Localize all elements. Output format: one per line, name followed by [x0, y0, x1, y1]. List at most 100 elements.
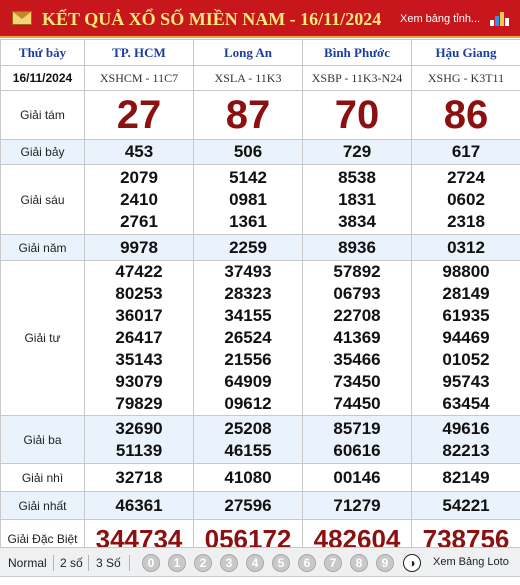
results-widget: KẾT QUẢ XỔ SỐ MIỀN NAM - 16/11/2024 Xem …	[0, 0, 520, 585]
prize-row: Giải bảy 453 506 729 617	[0, 139, 520, 165]
prize-cell: 0312	[411, 234, 520, 261]
winning-number: 37493	[224, 262, 272, 281]
prize-row: Giải nhì 32718 41080 00146 82149	[0, 463, 520, 492]
winning-number: 41369	[333, 328, 381, 347]
province-name[interactable]: Hậu Giang	[411, 39, 520, 66]
digit-filter-button[interactable]: 3	[220, 554, 238, 572]
prize-cell: 70	[302, 90, 412, 140]
province-name[interactable]: Long An	[193, 39, 303, 66]
digit-filter-button[interactable]: 1	[168, 554, 186, 572]
prize-cell: 8936	[302, 234, 412, 261]
winning-number: 617	[451, 142, 481, 161]
winning-number: 0602	[447, 189, 485, 209]
winning-number: 49616	[442, 418, 490, 438]
winning-number: 82149	[442, 467, 490, 487]
winning-number: 87	[225, 93, 271, 137]
divider	[53, 555, 54, 571]
winning-number: 54221	[442, 495, 490, 515]
prize-row: Giải năm 9978 2259 8936 0312	[0, 234, 520, 261]
winning-number: 1831	[338, 189, 376, 209]
prize-cell: 87	[193, 90, 303, 140]
winning-number: 93079	[115, 372, 163, 391]
winning-number: 57892	[333, 262, 381, 281]
winning-number: 71279	[333, 495, 381, 515]
winning-number: 82213	[442, 440, 490, 460]
winning-number: 27596	[224, 495, 272, 515]
winning-number: 729	[342, 142, 372, 161]
bar-chart-icon[interactable]	[490, 12, 510, 26]
prize-cell: 617	[411, 139, 520, 165]
ticket-code: XSHG - K3T11	[411, 65, 520, 91]
prize-row: Giải sáu 2079 2410 2761 5142 0981 1361 8538 1831…	[0, 164, 520, 235]
winning-number: 09612	[224, 394, 272, 413]
winning-number: 41080	[224, 467, 272, 487]
weekday-label: Thứ bảy	[0, 39, 85, 66]
prize-cell: 41080	[193, 463, 303, 492]
prize-cell: 71279	[302, 491, 412, 520]
prize-row: Giải tám 27 87 70 86	[0, 90, 520, 140]
digit-filter-button[interactable]: 8	[350, 554, 368, 572]
winning-number: 0981	[229, 189, 267, 209]
prize-cell: 32718	[84, 463, 194, 492]
prize-cell: 98800 28149 61935 94469 01052 95743 63454	[411, 260, 520, 416]
digit-filter-button[interactable]: 2	[194, 554, 212, 572]
winning-number: 85719	[333, 418, 381, 438]
view-provinces-link[interactable]: Xem bảng tỉnh...	[400, 13, 480, 25]
winning-number: 06793	[333, 284, 381, 303]
winning-number: 1361	[229, 211, 267, 231]
winning-number: 28323	[224, 284, 272, 303]
winning-number: 35466	[333, 350, 381, 369]
winning-number: 2410	[120, 189, 158, 209]
winning-number: 2259	[229, 237, 267, 257]
prize-cell: 27	[84, 90, 194, 140]
digit-filter-button[interactable]: 7	[324, 554, 342, 572]
digit-filter-button[interactable]: 5	[272, 554, 290, 572]
loto-table-link[interactable]: Xem Bảng Loto	[433, 556, 509, 568]
digit-filter-button[interactable]: 9	[376, 554, 394, 572]
winning-number: 80253	[115, 284, 163, 303]
winning-number: 73450	[333, 372, 381, 391]
winning-number: 79829	[115, 394, 163, 413]
mode-3-digit-tab[interactable]: 3 Số	[96, 556, 121, 570]
winning-number: 36017	[115, 306, 163, 325]
prize-cell: 86	[411, 90, 520, 140]
prize-label: Giải tư	[0, 260, 85, 416]
filter-footer: Normal 2 số 3 Số 0123456789 ◑ Xem Bảng L…	[0, 547, 520, 577]
digit-filter-button[interactable]: 4	[246, 554, 264, 572]
prize-cell: 2259	[193, 234, 303, 261]
results-table: Thứ bảy TP. HCM Long An Bình Phước Hậu G…	[0, 39, 520, 558]
province-name[interactable]: TP. HCM	[84, 39, 194, 66]
prize-cell: 5142 0981 1361	[193, 164, 303, 235]
prize-cell: 57892 06793 22708 41369 35466 73450 74450	[302, 260, 412, 416]
prize-label: Giải nhất	[0, 491, 85, 520]
prize-label: Giải sáu	[0, 164, 85, 235]
winning-number: 0312	[447, 237, 485, 257]
province-name[interactable]: Bình Phước	[302, 39, 412, 66]
winning-number: 70	[334, 93, 380, 137]
winning-number: 61935	[442, 306, 490, 325]
digit-filter-button[interactable]: 0	[142, 554, 160, 572]
prize-cell: 37493 28323 34155 26524 21556 64909 09612	[193, 260, 303, 416]
prize-cell: 46361	[84, 491, 194, 520]
prize-label: Giải nhì	[0, 463, 85, 492]
winning-number: 35143	[115, 350, 163, 369]
digit-filter-button[interactable]: 6	[298, 554, 316, 572]
prize-label: Giải ba	[0, 415, 85, 464]
winning-number: 34155	[224, 306, 272, 325]
winning-number: 86	[443, 93, 489, 137]
mode-2-digit-tab[interactable]: 2 số	[60, 556, 83, 570]
prize-cell: 729	[302, 139, 412, 165]
prize-row: Giải ba 32690 51139 25208 46155 85719 60616 496…	[0, 415, 520, 464]
winning-number: 3834	[338, 211, 376, 231]
prize-label: Giải bảy	[0, 139, 85, 165]
prize-cell: 54221	[411, 491, 520, 520]
draw-date: 16/11/2024	[0, 65, 85, 91]
mode-normal-tab[interactable]: Normal	[8, 556, 47, 570]
prize-cell: 453	[84, 139, 194, 165]
prize-row: Giải tư 47422 80253 36017 26417 35143 93079 798…	[0, 260, 520, 416]
prize-cell: 85719 60616	[302, 415, 412, 464]
all-digits-icon[interactable]: ◑	[403, 554, 421, 572]
winning-number: 9978	[120, 237, 158, 257]
ticket-code: XSHCM - 11C7	[84, 65, 194, 91]
winning-number: 506	[233, 142, 263, 161]
